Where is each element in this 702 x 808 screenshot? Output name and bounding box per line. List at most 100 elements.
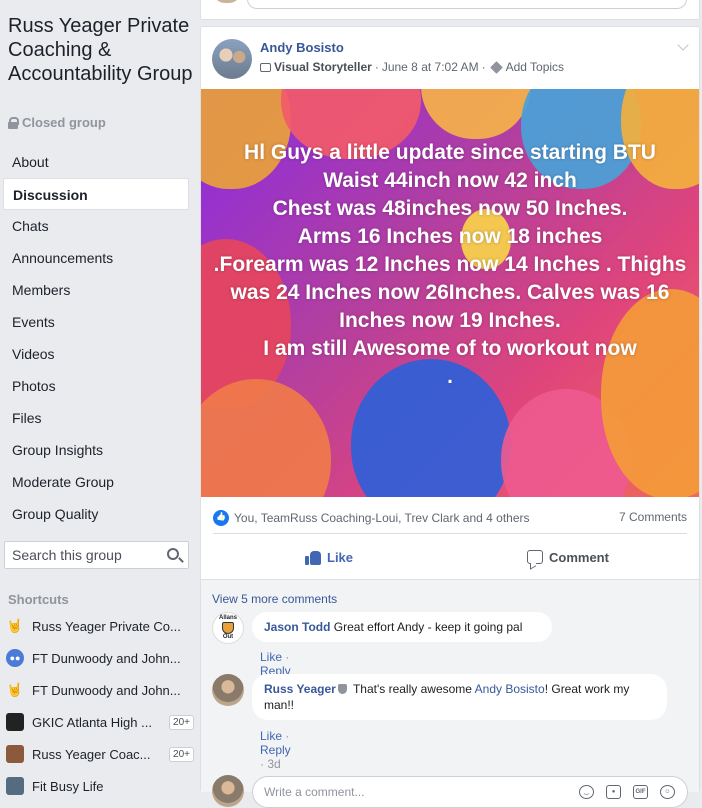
group-sidebar: Russ Yeager Private Coaching & Accountab… (0, 0, 196, 795)
comment-icon (527, 550, 543, 564)
comment-placeholder: Write a comment... (264, 785, 365, 799)
shortcuts-heading: Shortcuts (8, 592, 69, 607)
shortcut-item[interactable]: 🤘 FT Dunwoody and John... (6, 674, 194, 706)
post-card: Andy Bosisto Visual Storyteller · June 8… (200, 26, 700, 808)
chevron-down-icon[interactable] (677, 39, 689, 51)
sidebar-item-about[interactable]: About (3, 146, 189, 178)
comment-text: Great effort Andy - keep it going pal (333, 620, 523, 634)
shortcut-label: FT Dunwoody and John... (32, 682, 181, 698)
meta-separator: · (374, 60, 379, 74)
avatar (213, 0, 241, 3)
lock-icon (8, 116, 19, 129)
storyteller-badge-icon (260, 62, 271, 72)
commenter-name[interactable]: Russ Yeager (264, 682, 336, 696)
balloon-decoration (421, 89, 531, 139)
group-photo-icon (6, 713, 24, 731)
group-title[interactable]: Russ Yeager Private Coaching & Accountab… (8, 14, 194, 86)
balloon-decoration (201, 379, 331, 497)
shortcut-label: Russ Yeager Private Co... (32, 618, 181, 634)
sidebar-item-announcements[interactable]: Announcements (3, 242, 189, 274)
sidebar-item-events[interactable]: Events (3, 306, 189, 338)
author-badge[interactable]: Visual Storyteller (274, 60, 372, 74)
sidebar-item-videos[interactable]: Videos (3, 338, 189, 370)
sidebar-item-discussion[interactable]: Discussion (3, 178, 189, 210)
commenter-avatar[interactable]: Allans Out (212, 612, 244, 644)
rock-hand-icon: 🤘 (6, 682, 24, 697)
mention-link[interactable]: Andy Bosisto (475, 682, 545, 696)
shortcut-badge: 20+ (169, 746, 194, 762)
sidebar-item-chats[interactable]: Chats (3, 210, 189, 242)
post-text: Hl Guys a little update since starting B… (213, 141, 687, 388)
like-label: Like (327, 549, 354, 565)
sidebar-item-moderate-group[interactable]: Moderate Group (3, 466, 189, 498)
post-background-image: Hl Guys a little update since starting B… (201, 89, 699, 497)
rock-hand-icon: 🤘 (6, 618, 24, 633)
camera-icon[interactable]: ● (606, 785, 621, 799)
admin-shield-icon (337, 684, 347, 694)
emoji-icon[interactable]: ‿ (579, 785, 594, 799)
shortcut-badge: 20+ (169, 714, 194, 730)
sidebar-item-files[interactable]: Files (3, 402, 189, 434)
group-search-input[interactable]: Search this group (4, 541, 189, 569)
commenter-avatar[interactable] (212, 674, 244, 706)
like-reaction-icon (213, 510, 229, 526)
group-icon: ●● (6, 649, 24, 667)
shortcuts-list: 🤘 Russ Yeager Private Co... ●● FT Dunwoo… (6, 610, 194, 802)
post-meta: Visual Storyteller · June 8 at 7:02 AM ·… (260, 60, 564, 74)
previous-comment-input[interactable] (247, 0, 687, 9)
comments-count[interactable]: 7 Comments (619, 510, 687, 524)
current-user-avatar (212, 775, 244, 807)
previous-post-card (200, 0, 700, 20)
commenter-name[interactable]: Jason Todd (264, 620, 330, 634)
write-comment-input[interactable]: Write a comment... ‿ ● GIF ☺ (252, 776, 688, 808)
comment-input-icons: ‿ ● GIF ☺ (579, 785, 675, 799)
meta-separator: · (481, 60, 486, 74)
comment-button[interactable]: Comment (527, 541, 609, 573)
shortcut-label: GKIC Atlanta High ... (32, 714, 152, 730)
comment-actions: Like · Reply · 3d (260, 729, 291, 771)
shortcut-label: Russ Yeager Coac... (32, 746, 151, 762)
thumbs-up-icon (305, 550, 321, 565)
reactions-text[interactable]: You, TeamRuss Coaching-Loui, Trev Clark … (234, 511, 530, 525)
group-photo-icon (6, 745, 24, 763)
comment-reply-link[interactable]: Reply (260, 743, 291, 757)
view-more-comments-link[interactable]: View 5 more comments (212, 592, 337, 606)
divider (213, 533, 687, 534)
sidebar-item-members[interactable]: Members (3, 274, 189, 306)
avatar-text: Allans (218, 615, 237, 621)
shortcut-item[interactable]: ●● FT Dunwoody and John... (6, 642, 194, 674)
group-privacy-label: Closed group (22, 115, 106, 130)
sticker-icon[interactable]: ☺ (660, 785, 675, 799)
add-topics-link[interactable]: Add Topics (506, 60, 564, 74)
tag-icon (489, 60, 503, 74)
shortcut-item[interactable]: Fit Busy Life (6, 770, 194, 802)
post-time[interactable]: June 8 at 7:02 AM (382, 60, 479, 74)
shortcut-item[interactable]: 🤘 Russ Yeager Private Co... (6, 610, 194, 642)
shield-crest-icon (222, 622, 234, 634)
shortcut-item[interactable]: GKIC Atlanta High ... 20+ (6, 706, 194, 738)
reactions-summary[interactable]: You, TeamRuss Coaching-Loui, Trev Clark … (213, 510, 530, 526)
like-button[interactable]: Like (305, 541, 353, 573)
sidebar-item-group-insights[interactable]: Group Insights (3, 434, 189, 466)
avatar-text: Out (222, 634, 234, 640)
group-nav: About Discussion Chats Announcements Mem… (3, 146, 189, 530)
comment-bubble: Russ Yeager That's really awesome Andy B… (252, 674, 667, 720)
gif-icon[interactable]: GIF (633, 785, 648, 799)
search-icon[interactable] (167, 548, 179, 560)
search-placeholder: Search this group (12, 547, 122, 563)
sidebar-item-photos[interactable]: Photos (3, 370, 189, 402)
comment-like-link[interactable]: Like (260, 650, 282, 664)
comment-age[interactable]: 3d (267, 757, 280, 771)
comment-like-link[interactable]: Like (260, 729, 282, 743)
shortcut-label: Fit Busy Life (32, 778, 104, 794)
shortcut-label: FT Dunwoody and John... (32, 650, 181, 666)
author-avatar[interactable] (212, 39, 252, 79)
comments-section: View 5 more comments Allans Out Jason To… (201, 579, 699, 808)
comment-text: That's really awesome (352, 682, 475, 696)
group-photo-icon (6, 777, 24, 795)
sidebar-item-group-quality[interactable]: Group Quality (3, 498, 189, 530)
comment-label: Comment (549, 549, 609, 565)
shortcut-item[interactable]: Russ Yeager Coac... 20+ (6, 738, 194, 770)
group-privacy: Closed group (8, 115, 106, 130)
post-author[interactable]: Andy Bosisto (260, 40, 344, 55)
